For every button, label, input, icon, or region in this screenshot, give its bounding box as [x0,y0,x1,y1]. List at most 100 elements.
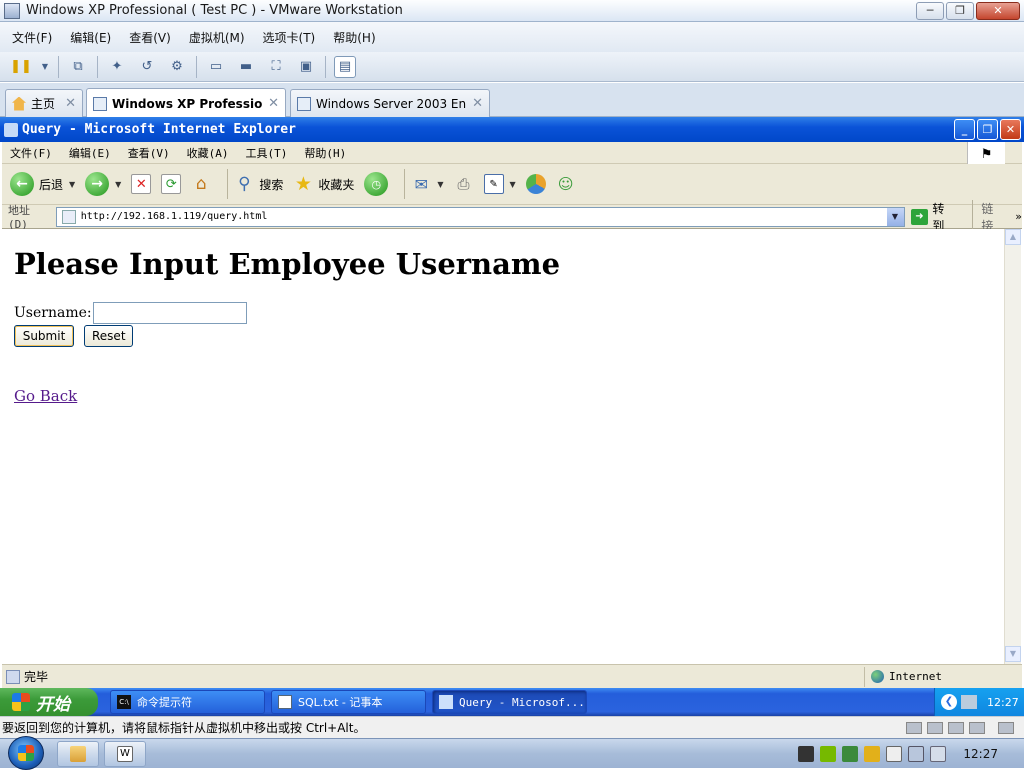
minimize-button[interactable]: ─ [916,1,944,20]
close-icon[interactable]: ✕ [65,96,76,111]
start-button[interactable]: 开始 [0,688,98,716]
xp-system-tray: ❮ 12:27 [934,688,1024,716]
mail-button[interactable]: ✉ ▼ [411,174,444,194]
reset-button[interactable]: Reset [84,325,133,347]
go-back-link[interactable]: Go Back [14,387,77,405]
tab-windows-server-2003[interactable]: Windows Server 2003 Enterpr... ✕ [290,89,490,117]
menu-view[interactable]: 查看(V) [128,145,170,161]
taskbar-item-cmd[interactable]: C:\ 命令提示符 [110,690,265,714]
host-start-button[interactable] [8,736,44,770]
security-zone: Internet [864,666,1022,687]
menu-file[interactable]: 文件(F) [12,29,52,46]
network-icon[interactable] [961,695,977,709]
chevron-down-icon[interactable]: ▼ [69,180,75,189]
show-sidebar-icon[interactable]: ▭ [205,56,227,78]
research-button[interactable] [525,174,546,194]
scroll-up-icon[interactable]: ▲ [1005,229,1021,245]
menu-help[interactable]: 帮助(H) [304,145,346,161]
windows-flag-icon: ⚑ [967,141,1005,164]
security-icon[interactable] [864,746,881,762]
volume-icon[interactable] [930,746,947,762]
nvidia-icon[interactable] [820,746,837,762]
submit-button[interactable]: Submit [14,325,74,347]
snapshot-manager-icon[interactable]: ⚙ [166,56,188,78]
host-pinned-explorer[interactable] [57,741,99,767]
chevron-down-icon[interactable]: ▼ [437,180,443,189]
menu-favorites[interactable]: 收藏(A) [187,145,229,161]
menu-tabs[interactable]: 选项卡(T) [263,29,316,46]
network-status-icon[interactable] [908,746,925,762]
tab-label: 主页 [31,97,56,111]
edit-button[interactable]: ✎ ▼ [483,174,516,194]
chevron-left-icon[interactable]: ❮ [941,694,957,710]
menu-vm[interactable]: 虚拟机(M) [189,29,245,46]
menu-tools[interactable]: 工具(T) [246,145,288,161]
stop-icon: ✕ [131,174,152,194]
chevron-down-icon[interactable]: ▼ [510,180,516,189]
chevron-right-icon[interactable]: » [1015,210,1022,223]
print-button[interactable]: ⎙ [454,174,474,194]
menu-edit[interactable]: 编辑(E) [70,29,111,46]
tab-home[interactable]: 主页 ✕ [5,89,83,117]
maximize-button[interactable]: ❐ [946,1,974,20]
history-button[interactable]: ◷ [364,172,389,196]
forward-arrow-icon: → [85,172,110,196]
unity-icon[interactable]: ▣ [295,56,317,78]
favorites-button[interactable]: ★ 收藏夹 [293,173,355,195]
menu-view[interactable]: 查看(V) [129,29,171,46]
hard-disk-icon[interactable] [906,721,922,734]
vm-running-icon [297,96,311,111]
close-button[interactable]: ✕ [976,1,1020,20]
usb-icon[interactable] [969,721,985,734]
clipboard-icon[interactable] [886,746,903,762]
taskbar-item-label: Query - Microsof... [459,695,585,709]
pause-icon[interactable]: ❚❚ [10,56,32,78]
close-icon[interactable]: ✕ [472,96,483,111]
vmware-menu-bar: 文件(F) 编辑(E) 查看(V) 虚拟机(M) 选项卡(T) 帮助(H) [0,22,1024,52]
taskbar-item-ie[interactable]: Query - Microsof... [432,690,587,714]
stop-button[interactable]: ✕ [131,174,152,194]
network-adapter-icon[interactable] [948,721,964,734]
menu-file[interactable]: 文件(F) [10,145,52,161]
home-button[interactable]: ⌂ [191,174,211,194]
host-pinned-vmware[interactable]: W [104,741,146,767]
menu-edit[interactable]: 编辑(E) [69,145,111,161]
back-button[interactable]: ← 后退 ▼ [10,172,75,196]
username-input[interactable] [92,302,247,324]
messenger-button[interactable]: ☺ [556,174,576,194]
restore-button[interactable]: ❐ [977,119,998,140]
edit-page-icon: ✎ [483,174,504,194]
close-button[interactable]: ✕ [1000,119,1021,140]
go-arrow-icon: ➜ [910,208,929,225]
film-icon[interactable] [798,746,815,762]
address-url[interactable]: http://192.168.1.119/query.html [81,211,887,222]
chevron-down-icon[interactable]: ▼ [115,180,121,189]
message-log-icon[interactable] [998,721,1014,734]
windows-logo-icon [18,745,34,761]
send-ctrl-alt-del-icon[interactable]: ⧉ [67,56,89,78]
ie-icon [4,122,18,137]
vertical-scrollbar[interactable]: ▲ ▼ [1004,229,1021,664]
close-icon[interactable]: ✕ [268,96,279,111]
snapshot-icon[interactable]: ✦ [106,56,128,78]
refresh-button[interactable]: ⟳ [161,174,182,194]
tab-windows-xp[interactable]: Windows XP Professional... ✕ [86,88,286,118]
chevron-down-icon[interactable]: ▼ [40,56,50,78]
scroll-down-icon[interactable]: ▼ [1005,646,1021,662]
forward-button[interactable]: → ▼ [85,172,121,196]
show-thumbnails-icon[interactable]: ▬ [235,56,257,78]
windows-flag-icon [12,693,30,711]
address-label: 地址(D) [8,204,30,231]
full-screen-icon[interactable]: ⛶ [265,56,287,78]
cd-drive-icon[interactable] [927,721,943,734]
menu-help[interactable]: 帮助(H) [333,29,375,46]
search-button[interactable]: ⚲ 搜索 [234,174,283,194]
shield-icon[interactable] [842,746,859,762]
chevron-down-icon[interactable]: ▼ [886,207,904,226]
revert-snapshot-icon[interactable]: ↺ [136,56,158,78]
xp-taskbar: 开始 C:\ 命令提示符 SQL.txt - 记事本 Query - Micro… [0,688,1024,716]
minimize-button[interactable]: _ [954,119,975,140]
taskbar-item-notepad[interactable]: SQL.txt - 记事本 [271,690,426,714]
address-input[interactable]: http://192.168.1.119/query.html ▼ [55,206,905,227]
console-view-icon[interactable]: ▤ [334,55,356,78]
